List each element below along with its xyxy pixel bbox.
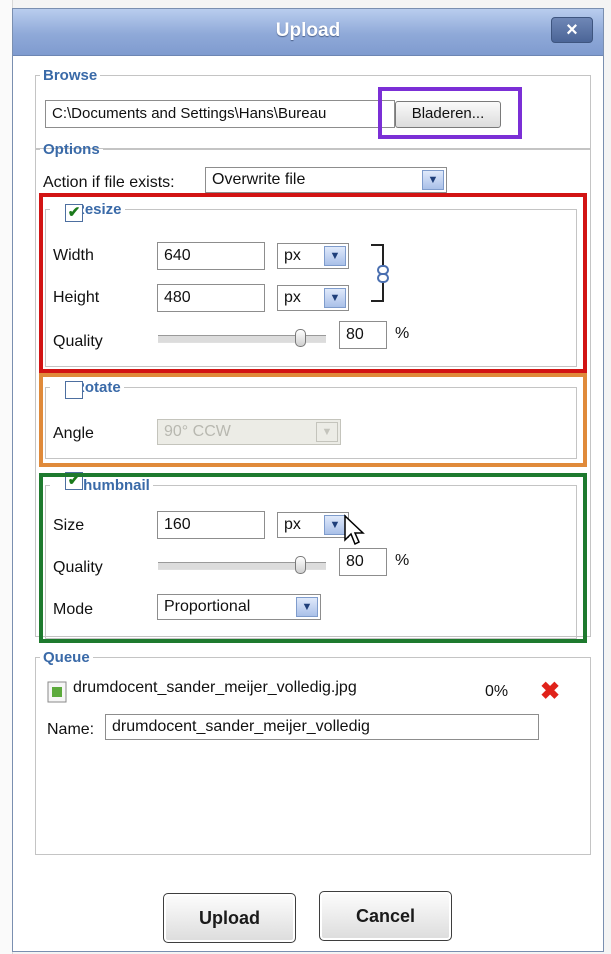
rotate-highlight (39, 373, 587, 467)
action-if-exists-value: Overwrite file (212, 171, 306, 188)
file-path-input[interactable]: C:\Documents and Settings\Hans\Bureau (45, 100, 395, 128)
browse-button-highlight (378, 87, 522, 139)
queue-name-label: Name: (47, 721, 95, 738)
chevron-down-icon: ▼ (422, 170, 444, 190)
remove-icon[interactable]: ✖ (540, 677, 560, 706)
action-if-exists-select[interactable]: Overwrite file ▼ (205, 167, 447, 193)
close-button[interactable]: × (551, 17, 593, 43)
queue-legend: Queue (43, 649, 90, 666)
options-legend: Options (43, 141, 100, 158)
action-if-exists-label: Action if file exists: (43, 174, 175, 191)
resize-highlight (39, 193, 587, 373)
queue-file-name: drumdocent_sander_meijer_volledig.jpg (73, 679, 357, 696)
cancel-button[interactable]: Cancel (319, 891, 452, 941)
image-file-icon (47, 681, 67, 703)
browse-legend: Browse (43, 67, 98, 84)
close-icon: × (566, 19, 578, 41)
queue-progress: 0% (485, 683, 509, 700)
title-bar[interactable]: Upload × (13, 9, 603, 56)
upload-button[interactable]: Upload (163, 893, 296, 943)
dialog-title: Upload (275, 20, 341, 41)
queue-name-input[interactable]: drumdocent_sander_meijer_volledig (105, 714, 539, 740)
mouse-cursor-icon (344, 514, 365, 546)
upload-dialog: Upload × Browse C:\Documents and Setting… (12, 8, 604, 952)
thumbnail-highlight (39, 473, 587, 643)
